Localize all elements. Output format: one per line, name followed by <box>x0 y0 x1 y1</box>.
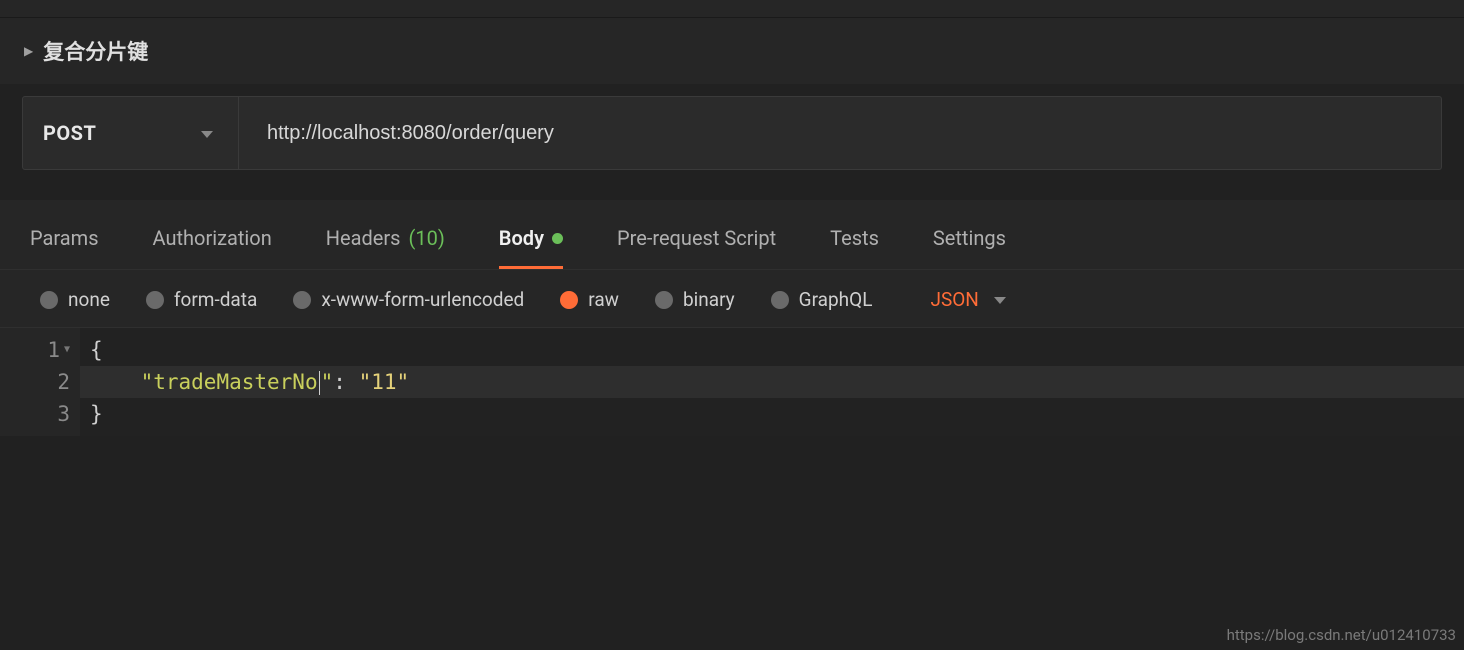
status-dot-icon <box>552 233 563 244</box>
tab-body[interactable]: Body <box>499 226 563 269</box>
tab-headers[interactable]: Headers (10) <box>326 226 445 269</box>
tab-tests[interactable]: Tests <box>830 226 879 269</box>
body-type-urlencoded[interactable]: x-www-form-urlencoded <box>293 288 524 311</box>
code-line: "tradeMasterNo": "11" <box>80 366 1464 398</box>
expand-icon: ▶ <box>24 44 33 58</box>
radio-icon <box>771 291 789 309</box>
watermark: https://blog.csdn.net/u012410733 <box>1227 626 1456 644</box>
text-cursor <box>319 371 320 395</box>
radio-icon <box>560 291 578 309</box>
radio-icon <box>40 291 58 309</box>
body-type-none[interactable]: none <box>40 288 110 311</box>
request-row: POST <box>22 96 1442 170</box>
headers-count: (10) <box>409 226 445 250</box>
body-type-raw[interactable]: raw <box>560 288 619 311</box>
fold-icon: ▼ <box>64 334 70 366</box>
top-bar <box>0 0 1464 18</box>
code-area[interactable]: { "tradeMasterNo": "11" } <box>80 328 1464 436</box>
chevron-down-icon <box>200 122 214 145</box>
code-line: { <box>80 334 1464 366</box>
body-editor[interactable]: 1▼ 2 3 { "tradeMasterNo": "11" } <box>0 328 1464 436</box>
radio-icon <box>655 291 673 309</box>
radio-icon <box>293 291 311 309</box>
code-line: } <box>80 398 1464 430</box>
tab-settings[interactable]: Settings <box>933 226 1006 269</box>
body-type-binary[interactable]: binary <box>655 288 735 311</box>
chevron-down-icon <box>993 288 1007 311</box>
tab-authorization[interactable]: Authorization <box>153 226 272 269</box>
radio-icon <box>146 291 164 309</box>
section-header[interactable]: ▶ 复合分片键 <box>0 18 1464 84</box>
body-type-form-data[interactable]: form-data <box>146 288 257 311</box>
request-tabs: Params Authorization Headers (10) Body P… <box>0 200 1464 270</box>
body-type-row: none form-data x-www-form-urlencoded raw… <box>0 270 1464 328</box>
format-select[interactable]: JSON <box>930 288 1006 311</box>
method-label: POST <box>43 121 96 145</box>
line-gutter: 1▼ 2 3 <box>0 328 80 436</box>
tab-params[interactable]: Params <box>30 226 99 269</box>
tab-pre-request-script[interactable]: Pre-request Script <box>617 226 776 269</box>
body-type-graphql[interactable]: GraphQL <box>771 288 873 311</box>
method-select[interactable]: POST <box>23 97 239 169</box>
url-input[interactable] <box>239 97 1441 169</box>
section-title: 复合分片键 <box>43 36 148 66</box>
